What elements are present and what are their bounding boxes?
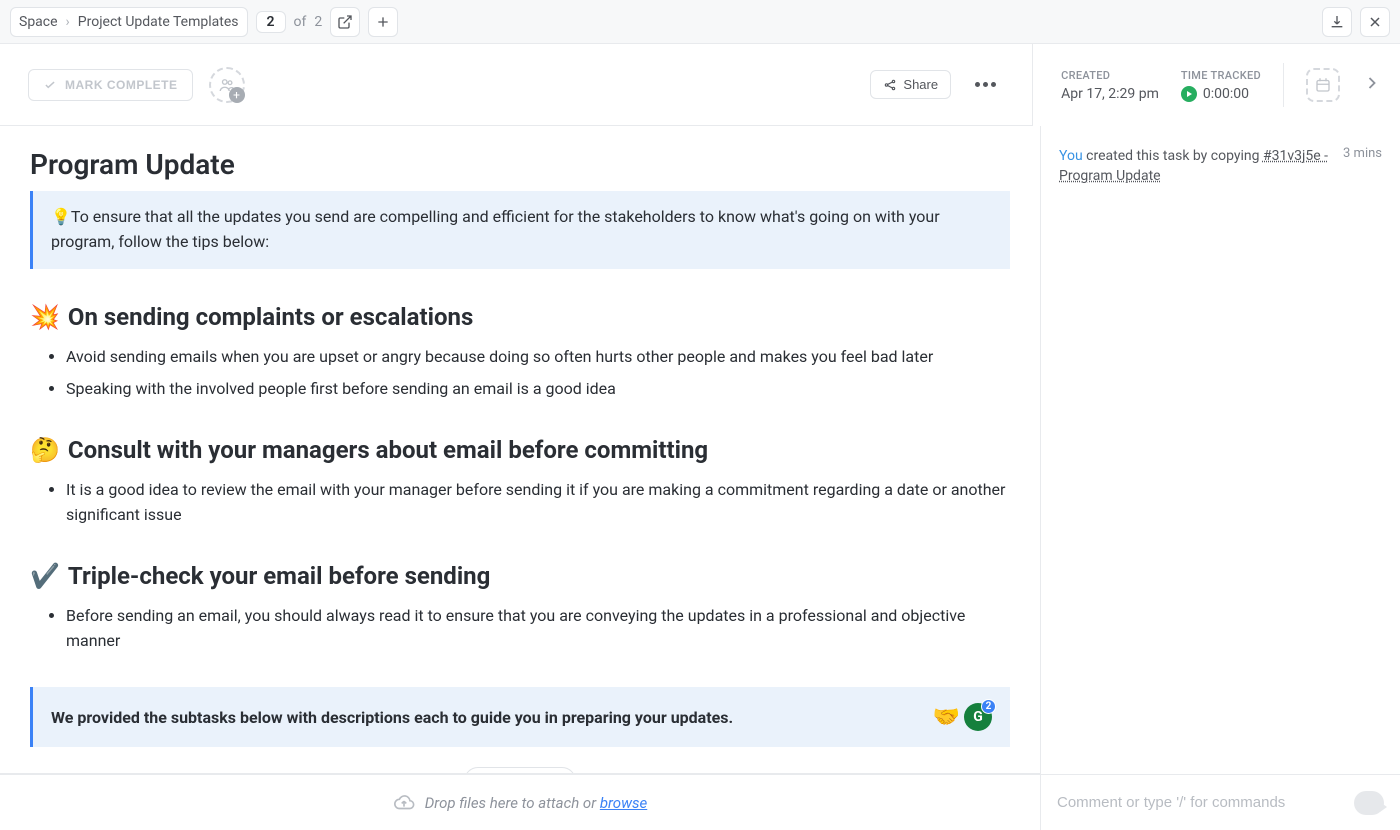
activity-entry: You created this task by copying #31v3j5… — [1059, 146, 1382, 187]
content-column: Program Update 💡To ensure that all the u… — [0, 126, 1040, 830]
expand-sidebar-button[interactable] — [1362, 73, 1386, 97]
list-item: Before sending an email, you should alwa… — [66, 604, 1010, 654]
list-item: Speaking with the involved people first … — [66, 377, 1010, 402]
created-value: Apr 17, 2:29 pm — [1061, 86, 1159, 102]
dropzone-text: Drop files here to attach or browse — [425, 794, 648, 812]
section-heading-2: 🤔 Consult with your managers about email… — [30, 436, 1010, 464]
share-button[interactable]: Share — [870, 70, 951, 99]
subtasks-callout: We provided the subtasks below with desc… — [30, 687, 1010, 747]
created-meta: CREATED Apr 17, 2:29 pm — [1061, 69, 1159, 102]
breadcrumb-bar: Space › Project Update Templates 2 of 2 — [0, 0, 1400, 44]
section-1-list: Avoid sending emails when you are upset … — [30, 345, 1010, 403]
chevron-right-icon — [1362, 73, 1382, 93]
breadcrumb-space[interactable]: Space — [19, 14, 58, 30]
meta-header: CREATED Apr 17, 2:29 pm TIME TRACKED 0:0… — [1032, 44, 1400, 126]
due-date-button[interactable] — [1306, 68, 1340, 102]
grammarly-icon[interactable]: G 2 — [964, 703, 992, 731]
section-heading-3-text: Triple-check your email before sending — [68, 562, 490, 590]
section-heading-1-text: On sending complaints or escalations — [68, 303, 473, 331]
more-menu-button[interactable] — [967, 74, 1004, 95]
created-label: CREATED — [1061, 69, 1159, 82]
plus-badge-icon: + — [229, 87, 245, 103]
task-toolbar: MARK COMPLETE + Share — [0, 44, 1032, 126]
breadcrumb-total: 2 — [314, 14, 322, 30]
section-2-list: It is a good idea to review the email wi… — [30, 478, 1010, 528]
play-icon[interactable] — [1181, 86, 1197, 102]
dot-icon — [991, 82, 996, 87]
external-link-icon — [337, 14, 353, 30]
checkmark-icon: ✔️ — [30, 562, 60, 590]
dot-icon — [975, 82, 980, 87]
comment-input[interactable] — [1057, 794, 1344, 811]
close-button[interactable] — [1360, 7, 1390, 37]
see-less-button[interactable]: SEE LESS — [464, 767, 577, 773]
subtasks-callout-text: We provided the subtasks below with desc… — [51, 708, 933, 727]
share-icon — [883, 78, 897, 92]
comment-bar — [1041, 774, 1400, 830]
section-heading-2-text: Consult with your managers about email b… — [68, 436, 708, 464]
activity-text: created this task by copying — [1083, 148, 1263, 164]
page-title[interactable]: Program Update — [0, 126, 1040, 191]
download-button[interactable] — [1322, 7, 1352, 37]
download-icon — [1329, 14, 1345, 30]
section-3-list: Before sending an email, you should alwa… — [30, 604, 1010, 654]
cloud-upload-icon — [393, 792, 415, 814]
activity-timestamp: 3 mins — [1343, 146, 1382, 187]
mark-complete-button[interactable]: MARK COMPLETE — [28, 69, 193, 101]
browse-link[interactable]: browse — [600, 794, 647, 812]
divider — [1283, 63, 1284, 107]
collision-icon: 💥 — [30, 303, 60, 331]
mark-complete-label: MARK COMPLETE — [65, 78, 178, 92]
share-label: Share — [903, 77, 938, 92]
list-item: Avoid sending emails when you are upset … — [66, 345, 1010, 370]
time-tracked-label: TIME TRACKED — [1181, 69, 1261, 82]
breadcrumb-page[interactable]: Project Update Templates — [78, 14, 239, 30]
add-button[interactable] — [368, 7, 398, 37]
dot-icon — [983, 82, 988, 87]
calendar-icon — [1314, 76, 1332, 94]
breadcrumb-index: 2 — [256, 11, 286, 33]
breadcrumb[interactable]: Space › Project Update Templates — [10, 7, 248, 37]
close-icon — [1367, 14, 1383, 30]
send-comment-button[interactable] — [1354, 791, 1384, 815]
content-scroll[interactable]: 💡To ensure that all the updates you send… — [0, 191, 1040, 773]
section-heading-3: ✔️ Triple-check your email before sendin… — [30, 562, 1010, 590]
time-tracked-value: 0:00:00 — [1203, 86, 1249, 102]
tip-callout: 💡To ensure that all the updates you send… — [30, 191, 1010, 269]
plus-icon — [375, 14, 391, 30]
chevron-right-icon: › — [66, 14, 70, 30]
thinking-icon: 🤔 — [30, 436, 60, 464]
grammarly-count: 2 — [981, 699, 996, 714]
activity-sidebar: You created this task by copying #31v3j5… — [1040, 126, 1400, 830]
activity-user: You — [1059, 148, 1083, 164]
attachment-dropzone[interactable]: Drop files here to attach or browse — [0, 774, 1040, 830]
breadcrumb-of-label: of — [294, 14, 307, 30]
list-item: It is a good idea to review the email wi… — [66, 478, 1010, 528]
time-tracked-meta: TIME TRACKED 0:00:00 — [1181, 69, 1261, 102]
check-icon — [43, 78, 57, 92]
handshake-icon: 🤝 — [933, 705, 960, 730]
open-new-tab-button[interactable] — [330, 7, 360, 37]
section-heading-1: 💥 On sending complaints or escalations — [30, 303, 1010, 331]
assignee-add-button[interactable]: + — [209, 67, 245, 103]
